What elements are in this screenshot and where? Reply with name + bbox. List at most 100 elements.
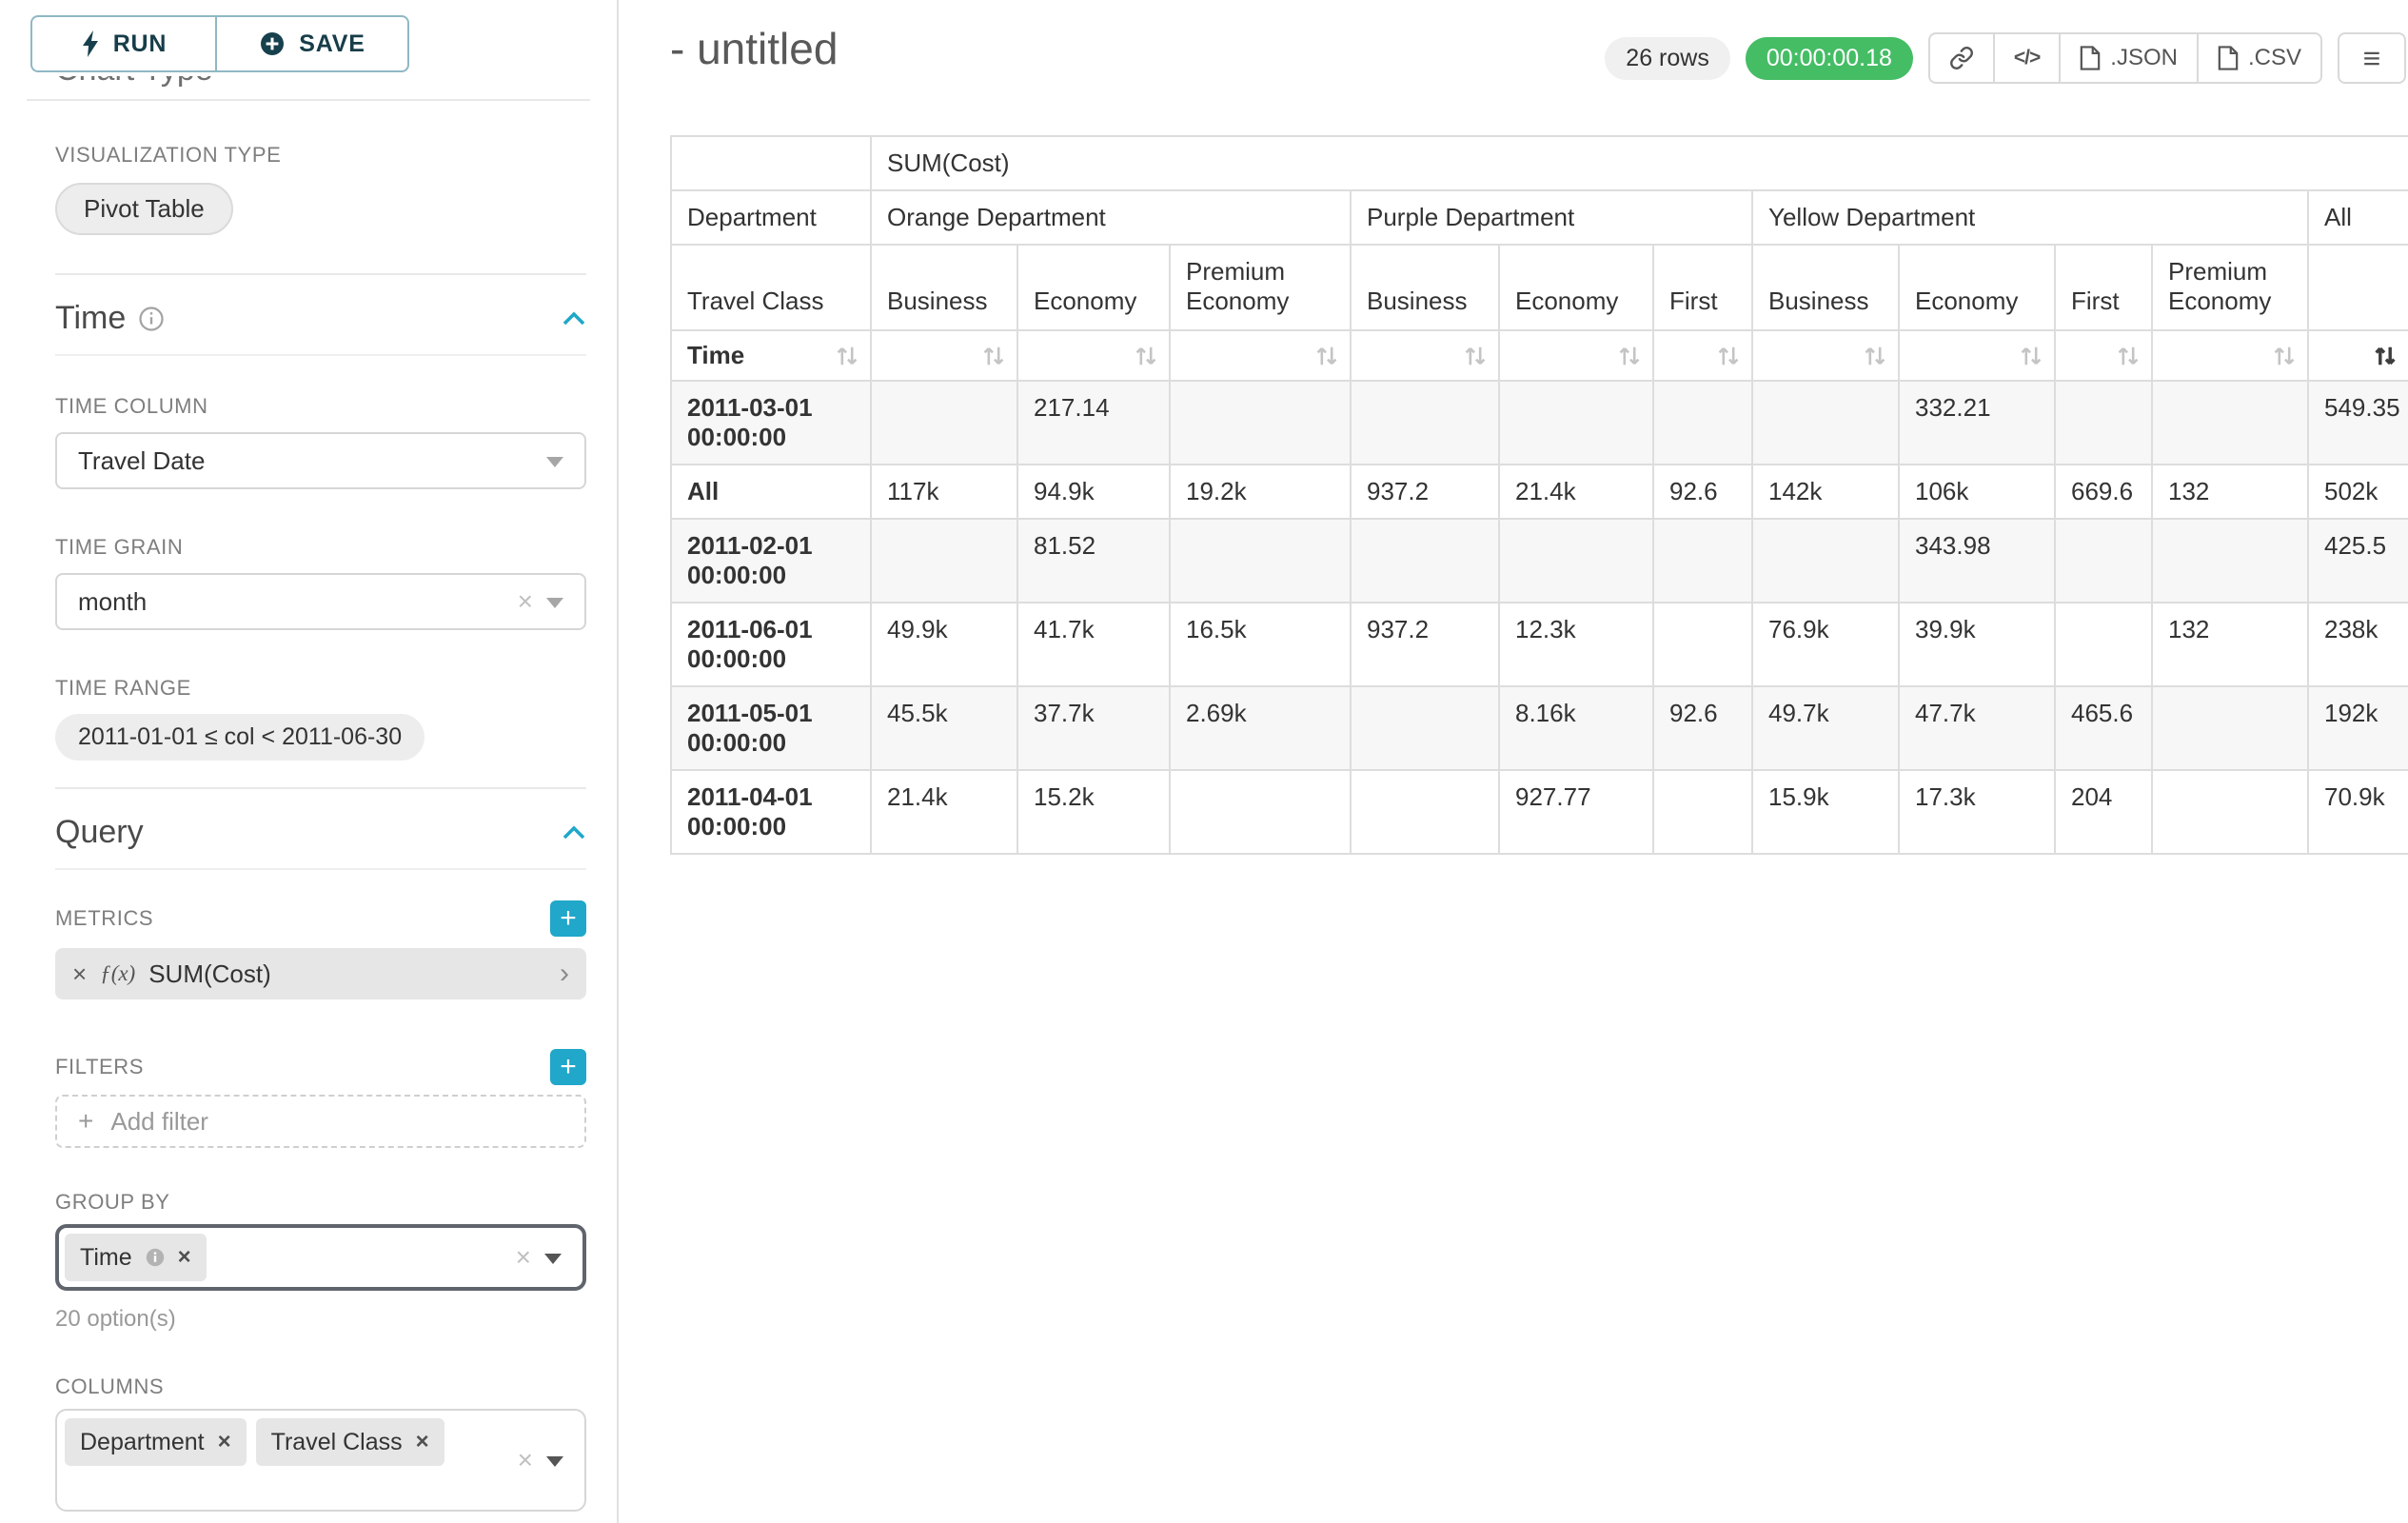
add-filter-button[interactable]: + — [550, 1049, 586, 1085]
value-cell — [1653, 381, 1752, 465]
sortable-column-header[interactable] — [1752, 330, 1899, 381]
time-row-header[interactable]: Time — [671, 330, 871, 381]
sort-icon[interactable] — [2117, 345, 2140, 367]
sort-icon[interactable] — [836, 345, 859, 367]
sort-icon[interactable] — [1717, 345, 1740, 367]
value-cell — [2152, 770, 2308, 854]
function-icon: ƒ(x) — [100, 961, 135, 986]
add-metric-button[interactable]: + — [550, 900, 586, 937]
sort-icon[interactable] — [1864, 345, 1886, 367]
export-csv-button[interactable]: .CSV — [2197, 32, 2322, 84]
table-row: 2011-06-01 00:00:0049.9k41.7k16.5k937.21… — [671, 603, 2408, 686]
chart-panel: - untitled 26 rows 00:00:00.18 </> .JSON — [619, 0, 2408, 1523]
plus-icon: + — [560, 904, 577, 933]
export-json-button[interactable]: .JSON — [2059, 32, 2199, 84]
value-cell — [2152, 686, 2308, 770]
sort-icon[interactable] — [1618, 345, 1641, 367]
value-cell: 2.69k — [1170, 686, 1351, 770]
row-header: 2011-06-01 00:00:00 — [671, 603, 871, 686]
sortable-column-header[interactable] — [1351, 330, 1499, 381]
value-cell — [1170, 381, 1351, 465]
value-cell: 937.2 — [1351, 465, 1499, 519]
export-json-label: .JSON — [2110, 45, 2178, 71]
sortable-column-header[interactable] — [1499, 330, 1653, 381]
collapse-chevron-up-icon[interactable] — [562, 311, 586, 326]
filters-label: FILTERS — [55, 1055, 144, 1079]
travel-class-header: Economy — [1499, 245, 1653, 330]
value-cell — [1499, 519, 1653, 603]
visualization-type-pill[interactable]: Pivot Table — [55, 183, 233, 235]
caret-down-icon — [546, 1456, 563, 1467]
columns-select[interactable]: Department×Travel Class× × — [55, 1409, 586, 1512]
value-cell: 21.4k — [1499, 465, 1653, 519]
value-cell: 549.35 — [2308, 381, 2408, 465]
sortable-column-header[interactable] — [2308, 330, 2408, 381]
travel-class-header: First — [1653, 245, 1752, 330]
sortable-column-header[interactable] — [1899, 330, 2055, 381]
clear-icon[interactable]: × — [518, 588, 533, 615]
value-cell — [1351, 519, 1499, 603]
file-icon — [2218, 46, 2239, 70]
chart-header: - untitled 26 rows 00:00:00.18 </> .JSON — [670, 0, 2408, 84]
remove-icon[interactable]: × — [72, 959, 87, 989]
circle-plus-icon — [259, 30, 286, 57]
time-column-select[interactable]: Travel Date — [55, 432, 586, 489]
travel-class-header: Business — [1351, 245, 1499, 330]
sortable-column-header[interactable] — [871, 330, 1017, 381]
clear-icon[interactable]: × — [516, 1244, 531, 1271]
hamburger-icon: ≡ — [2363, 41, 2381, 75]
menu-button[interactable]: ≡ — [2338, 32, 2406, 84]
value-cell — [2152, 381, 2308, 465]
selected-value-chip[interactable]: Travel Class× — [256, 1418, 444, 1466]
info-icon — [139, 307, 164, 331]
remove-icon[interactable]: × — [178, 1244, 191, 1271]
time-grain-select[interactable]: month × — [55, 573, 586, 630]
value-cell: 117k — [871, 465, 1017, 519]
remove-icon[interactable]: × — [416, 1429, 429, 1455]
time-section-header[interactable]: Time — [55, 275, 586, 356]
caret-down-icon — [546, 457, 563, 467]
value-cell: 142k — [1752, 465, 1899, 519]
share-link-button[interactable] — [1928, 32, 1995, 84]
sort-icon[interactable] — [2020, 345, 2043, 367]
sort-icon[interactable] — [1464, 345, 1487, 367]
clear-icon[interactable]: × — [518, 1447, 533, 1474]
chart-type-section-header[interactable]: Chart Type — [55, 76, 586, 95]
sortable-column-header[interactable] — [1017, 330, 1170, 381]
remove-icon[interactable]: × — [218, 1429, 231, 1455]
selected-value-chip[interactable]: Department× — [65, 1418, 247, 1466]
run-button[interactable]: RUN — [30, 15, 215, 72]
time-range-pill[interactable]: 2011-01-01 ≤ col < 2011-06-30 — [55, 714, 424, 761]
sort-icon[interactable] — [982, 345, 1005, 367]
export-csv-label: .CSV — [2248, 45, 2301, 71]
info-icon — [146, 1248, 165, 1267]
collapse-chevron-up-icon[interactable] — [562, 825, 586, 841]
value-cell — [871, 381, 1017, 465]
chevron-up-icon — [562, 76, 586, 78]
selected-value-chip[interactable]: Time× — [65, 1234, 207, 1281]
sortable-column-header[interactable] — [1170, 330, 1351, 381]
sort-icon[interactable] — [1135, 345, 1157, 367]
metric-chip[interactable]: × ƒ(x) SUM(Cost) › — [55, 948, 586, 999]
sortable-column-header[interactable] — [2055, 330, 2152, 381]
plus-icon: + — [78, 1106, 93, 1137]
add-filter-box[interactable]: + Add filter — [55, 1095, 586, 1148]
query-section-header[interactable]: Query — [55, 789, 586, 870]
row-header: 2011-03-01 00:00:00 — [671, 381, 871, 465]
department-group-header: Yellow Department — [1752, 190, 2308, 245]
sort-icon[interactable] — [2273, 345, 2296, 367]
sort-icon[interactable] — [1315, 345, 1338, 367]
group-by-select[interactable]: Time× × — [55, 1224, 586, 1291]
metrics-label: METRICS — [55, 906, 153, 931]
table-row: 2011-03-01 00:00:00217.14332.21549.35 — [671, 381, 2408, 465]
control-panel: RUN SAVE Chart Type VISUALIZATION TYPE P… — [0, 0, 619, 1523]
save-button[interactable]: SAVE — [215, 15, 409, 72]
view-query-button[interactable]: </> — [1993, 32, 2061, 84]
value-cell: 132 — [2152, 465, 2308, 519]
sort-descending-icon[interactable] — [2374, 345, 2397, 367]
travel-class-header: Business — [871, 245, 1017, 330]
columns-label: COLUMNS — [55, 1375, 586, 1399]
sortable-column-header[interactable] — [1653, 330, 1752, 381]
sortable-column-header[interactable] — [2152, 330, 2308, 381]
column-level-label: Travel Class — [671, 245, 871, 330]
